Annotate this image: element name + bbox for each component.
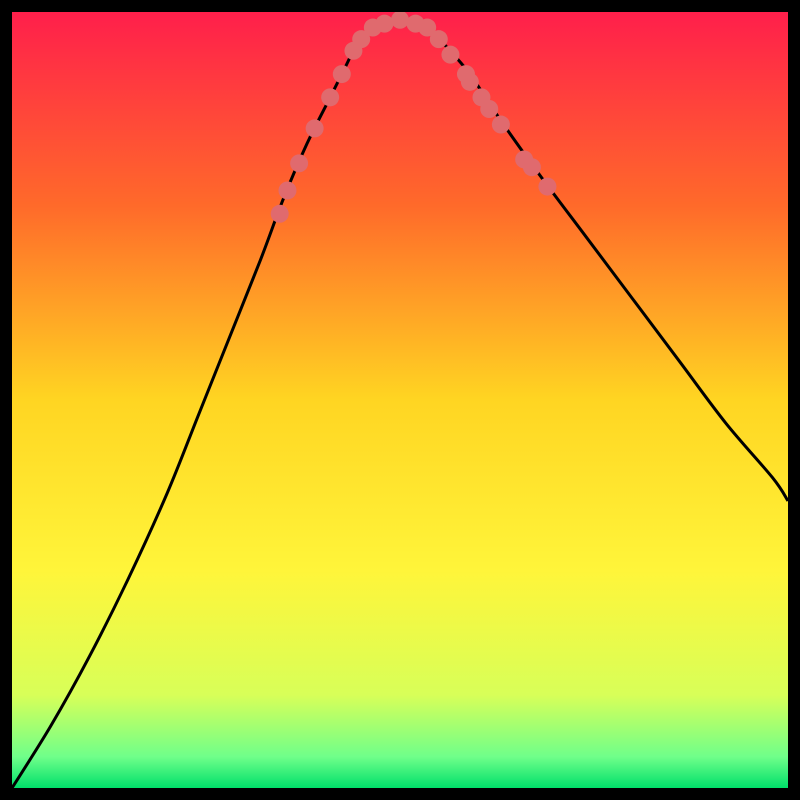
highlight-dot xyxy=(321,88,339,106)
gradient-background xyxy=(12,12,788,788)
highlight-dot xyxy=(290,154,308,172)
highlight-dot xyxy=(271,205,289,223)
bottleneck-chart xyxy=(12,12,788,788)
chart-frame: TheBottleneck.com xyxy=(12,12,788,788)
highlight-dot xyxy=(492,116,510,134)
highlight-dot xyxy=(461,73,479,91)
highlight-dot xyxy=(430,30,448,48)
highlight-dot xyxy=(278,181,296,199)
highlight-dot xyxy=(333,65,351,83)
highlight-dot xyxy=(480,100,498,118)
highlight-dot xyxy=(375,15,393,33)
highlight-dot xyxy=(306,119,324,137)
highlight-dot xyxy=(523,158,541,176)
highlight-dot xyxy=(441,46,459,64)
highlight-dot xyxy=(538,178,556,196)
